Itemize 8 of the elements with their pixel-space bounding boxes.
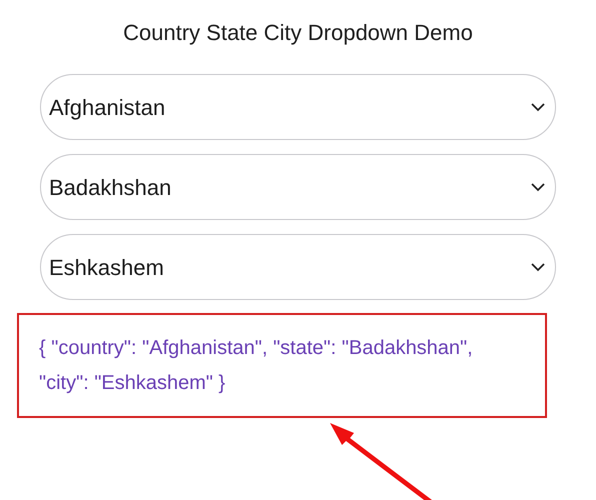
chevron-down-icon [531,182,545,192]
chevron-down-icon [531,102,545,112]
page-title: Country State City Dropdown Demo [123,19,473,47]
dropdown-select[interactable]: Badakhshan [40,154,556,220]
dropdown-select[interactable]: Eshkashem [40,234,556,300]
json-output: { "country": "Afghanistan", "state": "Badakhshan", "city": "Eshkashem" } [39,336,474,396]
dropdown-select[interactable]: Afghanistan [40,74,556,140]
chevron-down-icon [531,262,545,272]
